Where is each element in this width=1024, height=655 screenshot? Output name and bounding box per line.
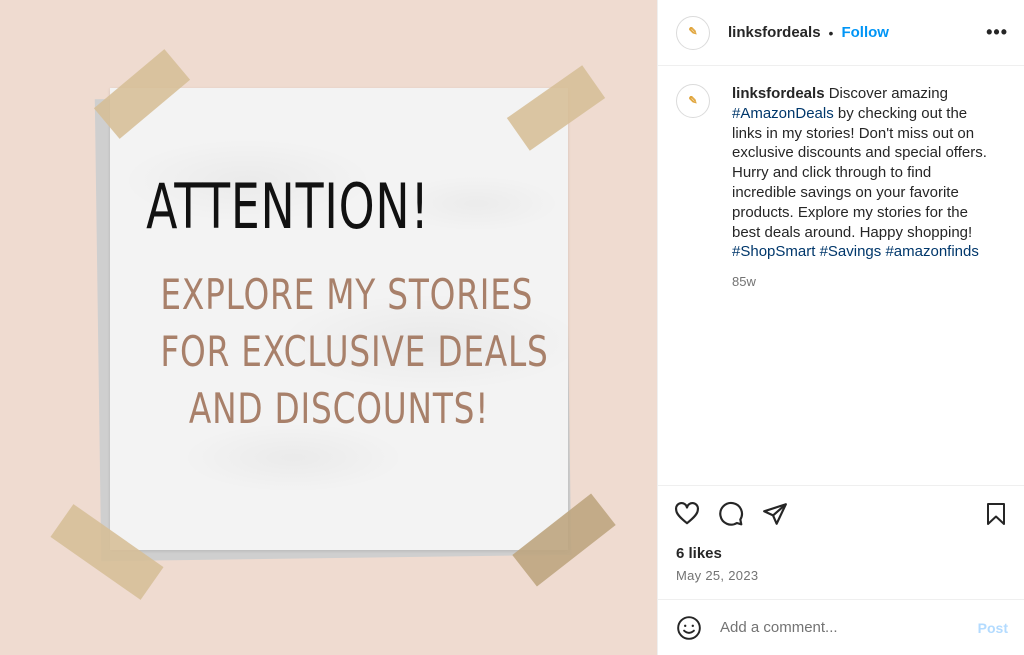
avatar[interactable]: ✎ (676, 15, 710, 50)
like-button[interactable] (674, 494, 718, 534)
post-side-panel: ✎ linksfordeals • Follow ••• ✎ linksford… (657, 0, 1024, 655)
hashtag-link[interactable]: #Savings (820, 243, 882, 260)
more-options-icon[interactable]: ••• (986, 22, 1008, 43)
caption-segment: Discover amazing (824, 85, 948, 102)
post-date: May 25, 2023 (676, 568, 759, 583)
caption: ✎ linksfordeals Discover amazing #Amazon… (658, 84, 1024, 292)
likes-count[interactable]: 6 likes (676, 545, 722, 562)
hashtag-link[interactable]: #AmazonDeals (732, 105, 834, 122)
bookmark-icon (987, 502, 1005, 525)
post-header: ✎ linksfordeals • Follow ••• (658, 0, 1024, 66)
comment-icon (719, 501, 744, 526)
caption-segment: by checking out the links in my stories!… (732, 104, 987, 241)
comment-input[interactable] (720, 619, 978, 636)
image-body-line: AND DISCOUNTS! (188, 384, 490, 433)
action-bar (658, 485, 1024, 541)
image-body-line: FOR EXCLUSIVE DEALS (160, 327, 549, 376)
caption-username[interactable]: linksfordeals (732, 85, 825, 102)
hashtag-link[interactable]: #amazonfinds (885, 243, 978, 260)
post-comment-button[interactable]: Post (978, 620, 1008, 636)
post-time-ago[interactable]: 85w (732, 272, 998, 292)
image-heading: ATTENTION! (146, 170, 430, 243)
caption-avatar[interactable]: ✎ (676, 84, 710, 118)
heart-icon (675, 501, 699, 524)
emoji-icon[interactable] (676, 615, 702, 641)
hashtag-link[interactable]: #ShopSmart (732, 243, 815, 260)
comment-button[interactable] (718, 494, 762, 534)
logo-icon: ✎ (688, 26, 698, 38)
caption-text: linksfordeals Discover amazing #AmazonDe… (732, 84, 998, 292)
post-image[interactable]: ATTENTION! EXPLORE MY STORIES FOR EXCLUS… (0, 0, 657, 655)
share-button[interactable] (762, 494, 806, 534)
save-button[interactable] (984, 494, 1008, 534)
image-body-line: EXPLORE MY STORIES (160, 270, 534, 319)
separator-dot: • (828, 24, 834, 41)
comment-bar: Post (658, 599, 1024, 655)
logo-icon: ✎ (688, 94, 698, 107)
header-username[interactable]: linksfordeals (728, 24, 821, 41)
share-icon (763, 502, 787, 525)
follow-button[interactable]: Follow (841, 24, 889, 41)
image-body-text: EXPLORE MY STORIES FOR EXCLUSIVE DEALS A… (110, 266, 568, 437)
